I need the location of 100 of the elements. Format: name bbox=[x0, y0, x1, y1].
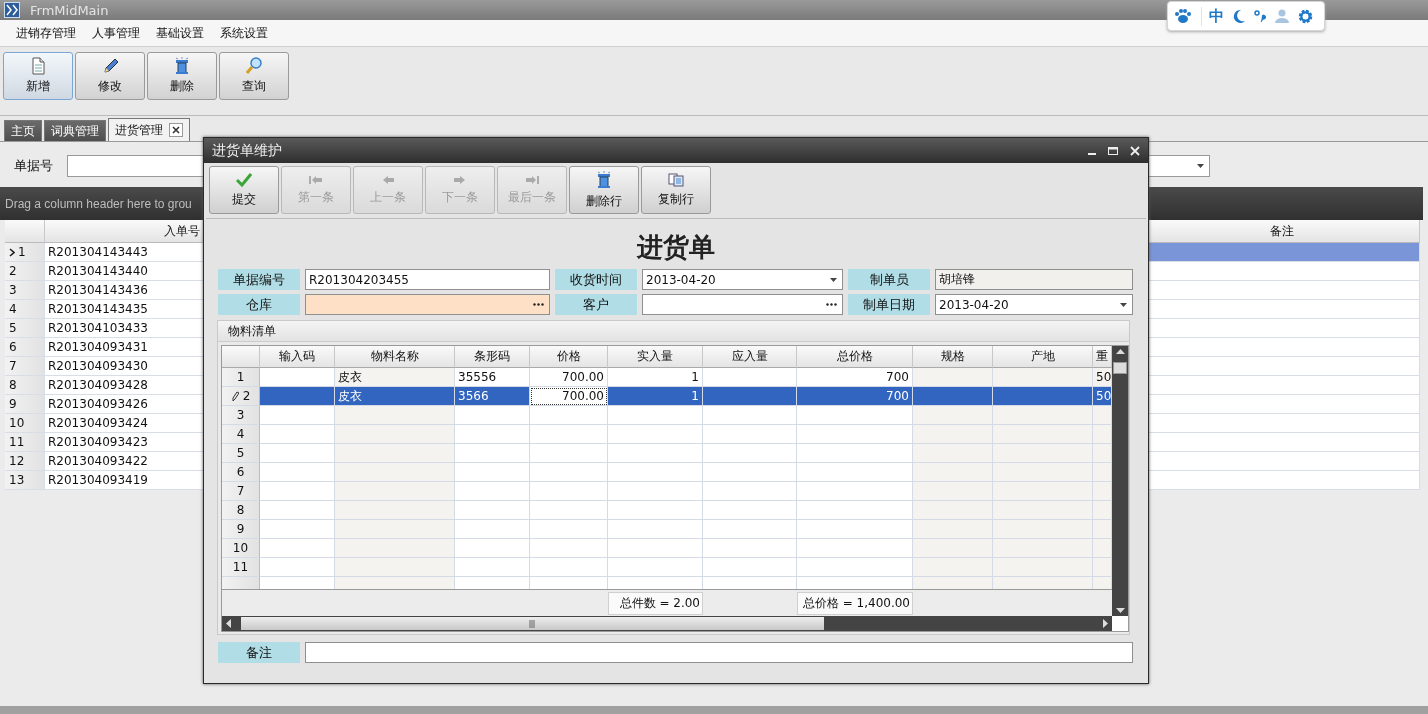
row-indicator[interactable]: 7 bbox=[5, 357, 45, 376]
row-number: 7 bbox=[9, 359, 17, 373]
row-indicator[interactable]: 4 bbox=[5, 300, 45, 319]
column-header[interactable]: 入单号 bbox=[45, 220, 205, 243]
field-label: 制单员 bbox=[848, 269, 930, 290]
toolbar-button[interactable]: 删除 bbox=[147, 52, 217, 100]
close-icon[interactable] bbox=[169, 123, 183, 137]
row-indicator[interactable]: 7 bbox=[222, 482, 260, 501]
row-indicator[interactable]: 5 bbox=[222, 444, 260, 463]
column-header[interactable]: 重 bbox=[1093, 346, 1112, 368]
column-header[interactable]: 规格 bbox=[913, 346, 993, 368]
cell-editor[interactable]: 700.00 bbox=[530, 387, 608, 406]
column-header[interactable]: 输入码 bbox=[260, 346, 335, 368]
toolbar-button[interactable]: 新增 bbox=[3, 52, 73, 100]
field-label: 备注 bbox=[218, 642, 300, 663]
row-indicator[interactable]: 13 bbox=[5, 471, 45, 490]
row-indicator[interactable]: 12 bbox=[5, 452, 45, 471]
column-header[interactable]: 条形码 bbox=[455, 346, 530, 368]
table-cell: 1 bbox=[608, 387, 703, 406]
window-title: FrmMidMain bbox=[30, 2, 109, 18]
row-indicator[interactable]: 9 bbox=[222, 520, 260, 539]
checkmark-icon bbox=[236, 172, 252, 187]
row-indicator[interactable]: 5 bbox=[5, 319, 45, 338]
row-number: 4 bbox=[236, 427, 245, 441]
grip-icon bbox=[529, 619, 536, 628]
column-header[interactable]: 实入量 bbox=[608, 346, 703, 368]
table-cell: R201304093422 bbox=[45, 452, 205, 471]
row-number: 12 bbox=[9, 454, 25, 468]
table-cell: 700.00 bbox=[530, 368, 608, 387]
date-dropdown[interactable]: 2013-04-20 bbox=[935, 294, 1133, 315]
column-header[interactable]: 应入量 bbox=[703, 346, 797, 368]
table-cell: R201304093419 bbox=[45, 471, 205, 490]
row-number: 13 bbox=[9, 473, 25, 487]
row-indicator[interactable]: 6 bbox=[5, 338, 45, 357]
tab[interactable]: 词典管理 bbox=[44, 120, 106, 141]
group-hint: Drag a column header here to grou bbox=[5, 196, 192, 211]
table-cell: R201304143440 bbox=[45, 262, 205, 281]
row-indicator[interactable]: 1 bbox=[5, 243, 45, 262]
row-number: 1 bbox=[18, 245, 26, 259]
summary-total: 总件数 = 2.00 bbox=[608, 591, 703, 615]
row-indicator[interactable]: 10 bbox=[5, 414, 45, 433]
row-indicator[interactable]: 6 bbox=[222, 463, 260, 482]
row-indicator[interactable]: 10 bbox=[222, 539, 260, 558]
toolbar-button[interactable]: 复制行 bbox=[641, 166, 711, 214]
copy-icon bbox=[668, 172, 684, 187]
right-arrow-icon bbox=[1103, 619, 1108, 628]
bin-icon bbox=[596, 170, 612, 189]
table-cell: R201304143443 bbox=[45, 243, 205, 262]
table-cell: 50 bbox=[1093, 387, 1112, 406]
column-header[interactable]: 物料名称 bbox=[335, 346, 455, 368]
ellipsis-icon bbox=[533, 303, 544, 306]
row-indicator[interactable]: 3 bbox=[222, 406, 260, 425]
row-number: 6 bbox=[9, 340, 17, 354]
row-indicator[interactable]: 8 bbox=[222, 501, 260, 520]
row-number: 5 bbox=[236, 446, 245, 460]
row-indicator[interactable]: 11 bbox=[5, 433, 45, 452]
column-header[interactable]: 总价格 bbox=[797, 346, 913, 368]
column-header[interactable]: 价格 bbox=[530, 346, 608, 368]
menu-item[interactable]: 基础设置 bbox=[148, 24, 212, 42]
row-indicator[interactable]: 1 bbox=[222, 368, 260, 387]
table-cell: R201304093426 bbox=[45, 395, 205, 414]
table-cell: R201304103433 bbox=[45, 319, 205, 338]
horizontal-scrollbar[interactable] bbox=[222, 616, 1112, 631]
row-number: 2 bbox=[242, 389, 251, 403]
row-number: 5 bbox=[9, 321, 17, 335]
row-indicator[interactable]: 9 bbox=[5, 395, 45, 414]
table-cell: R201304143435 bbox=[45, 300, 205, 319]
toolbar-button[interactable]: 查询 bbox=[219, 52, 289, 100]
row-indicator[interactable]: 2 bbox=[222, 387, 260, 406]
scroll-thumb[interactable] bbox=[1113, 362, 1127, 374]
vertical-scrollbar[interactable] bbox=[1112, 346, 1128, 616]
row-indicator[interactable]: 2 bbox=[5, 262, 45, 281]
input-mode-toggle[interactable]: 中 bbox=[1201, 6, 1224, 26]
scroll-thumb[interactable] bbox=[241, 617, 824, 630]
date-dropdown[interactable]: 2013-04-20 bbox=[642, 269, 843, 290]
menu-item[interactable]: 进销存管理 bbox=[8, 24, 84, 42]
toolbar-button[interactable]: 提交 bbox=[209, 166, 279, 214]
dropdown-arrow-icon bbox=[1120, 302, 1127, 307]
remark-field[interactable] bbox=[305, 642, 1133, 663]
tab[interactable]: 进货管理 bbox=[108, 118, 190, 141]
row-indicator[interactable]: 8 bbox=[5, 376, 45, 395]
row-number: 8 bbox=[236, 503, 245, 517]
tab[interactable]: 主页 bbox=[4, 120, 42, 141]
pencil-icon bbox=[102, 57, 118, 75]
row-indicator[interactable]: 11 bbox=[222, 558, 260, 577]
lookup-field[interactable] bbox=[305, 294, 550, 315]
down-arrow-icon bbox=[1115, 608, 1125, 613]
field-label: 客户 bbox=[555, 294, 637, 315]
row-indicator[interactable]: 4 bbox=[222, 425, 260, 444]
text-field[interactable]: R201304203455 bbox=[305, 269, 550, 290]
toolbar-button[interactable]: 删除行 bbox=[569, 166, 639, 214]
lookup-field[interactable] bbox=[642, 294, 843, 315]
toolbar-button[interactable]: 修改 bbox=[75, 52, 145, 100]
punctuation-icon bbox=[1254, 9, 1266, 23]
menu-item[interactable]: 人事管理 bbox=[84, 24, 148, 42]
ellipsis-icon bbox=[826, 303, 837, 306]
row-indicator[interactable]: 3 bbox=[5, 281, 45, 300]
menu-item[interactable]: 系统设置 bbox=[212, 24, 276, 42]
row-number: 9 bbox=[9, 397, 17, 411]
column-header[interactable]: 产地 bbox=[993, 346, 1093, 368]
